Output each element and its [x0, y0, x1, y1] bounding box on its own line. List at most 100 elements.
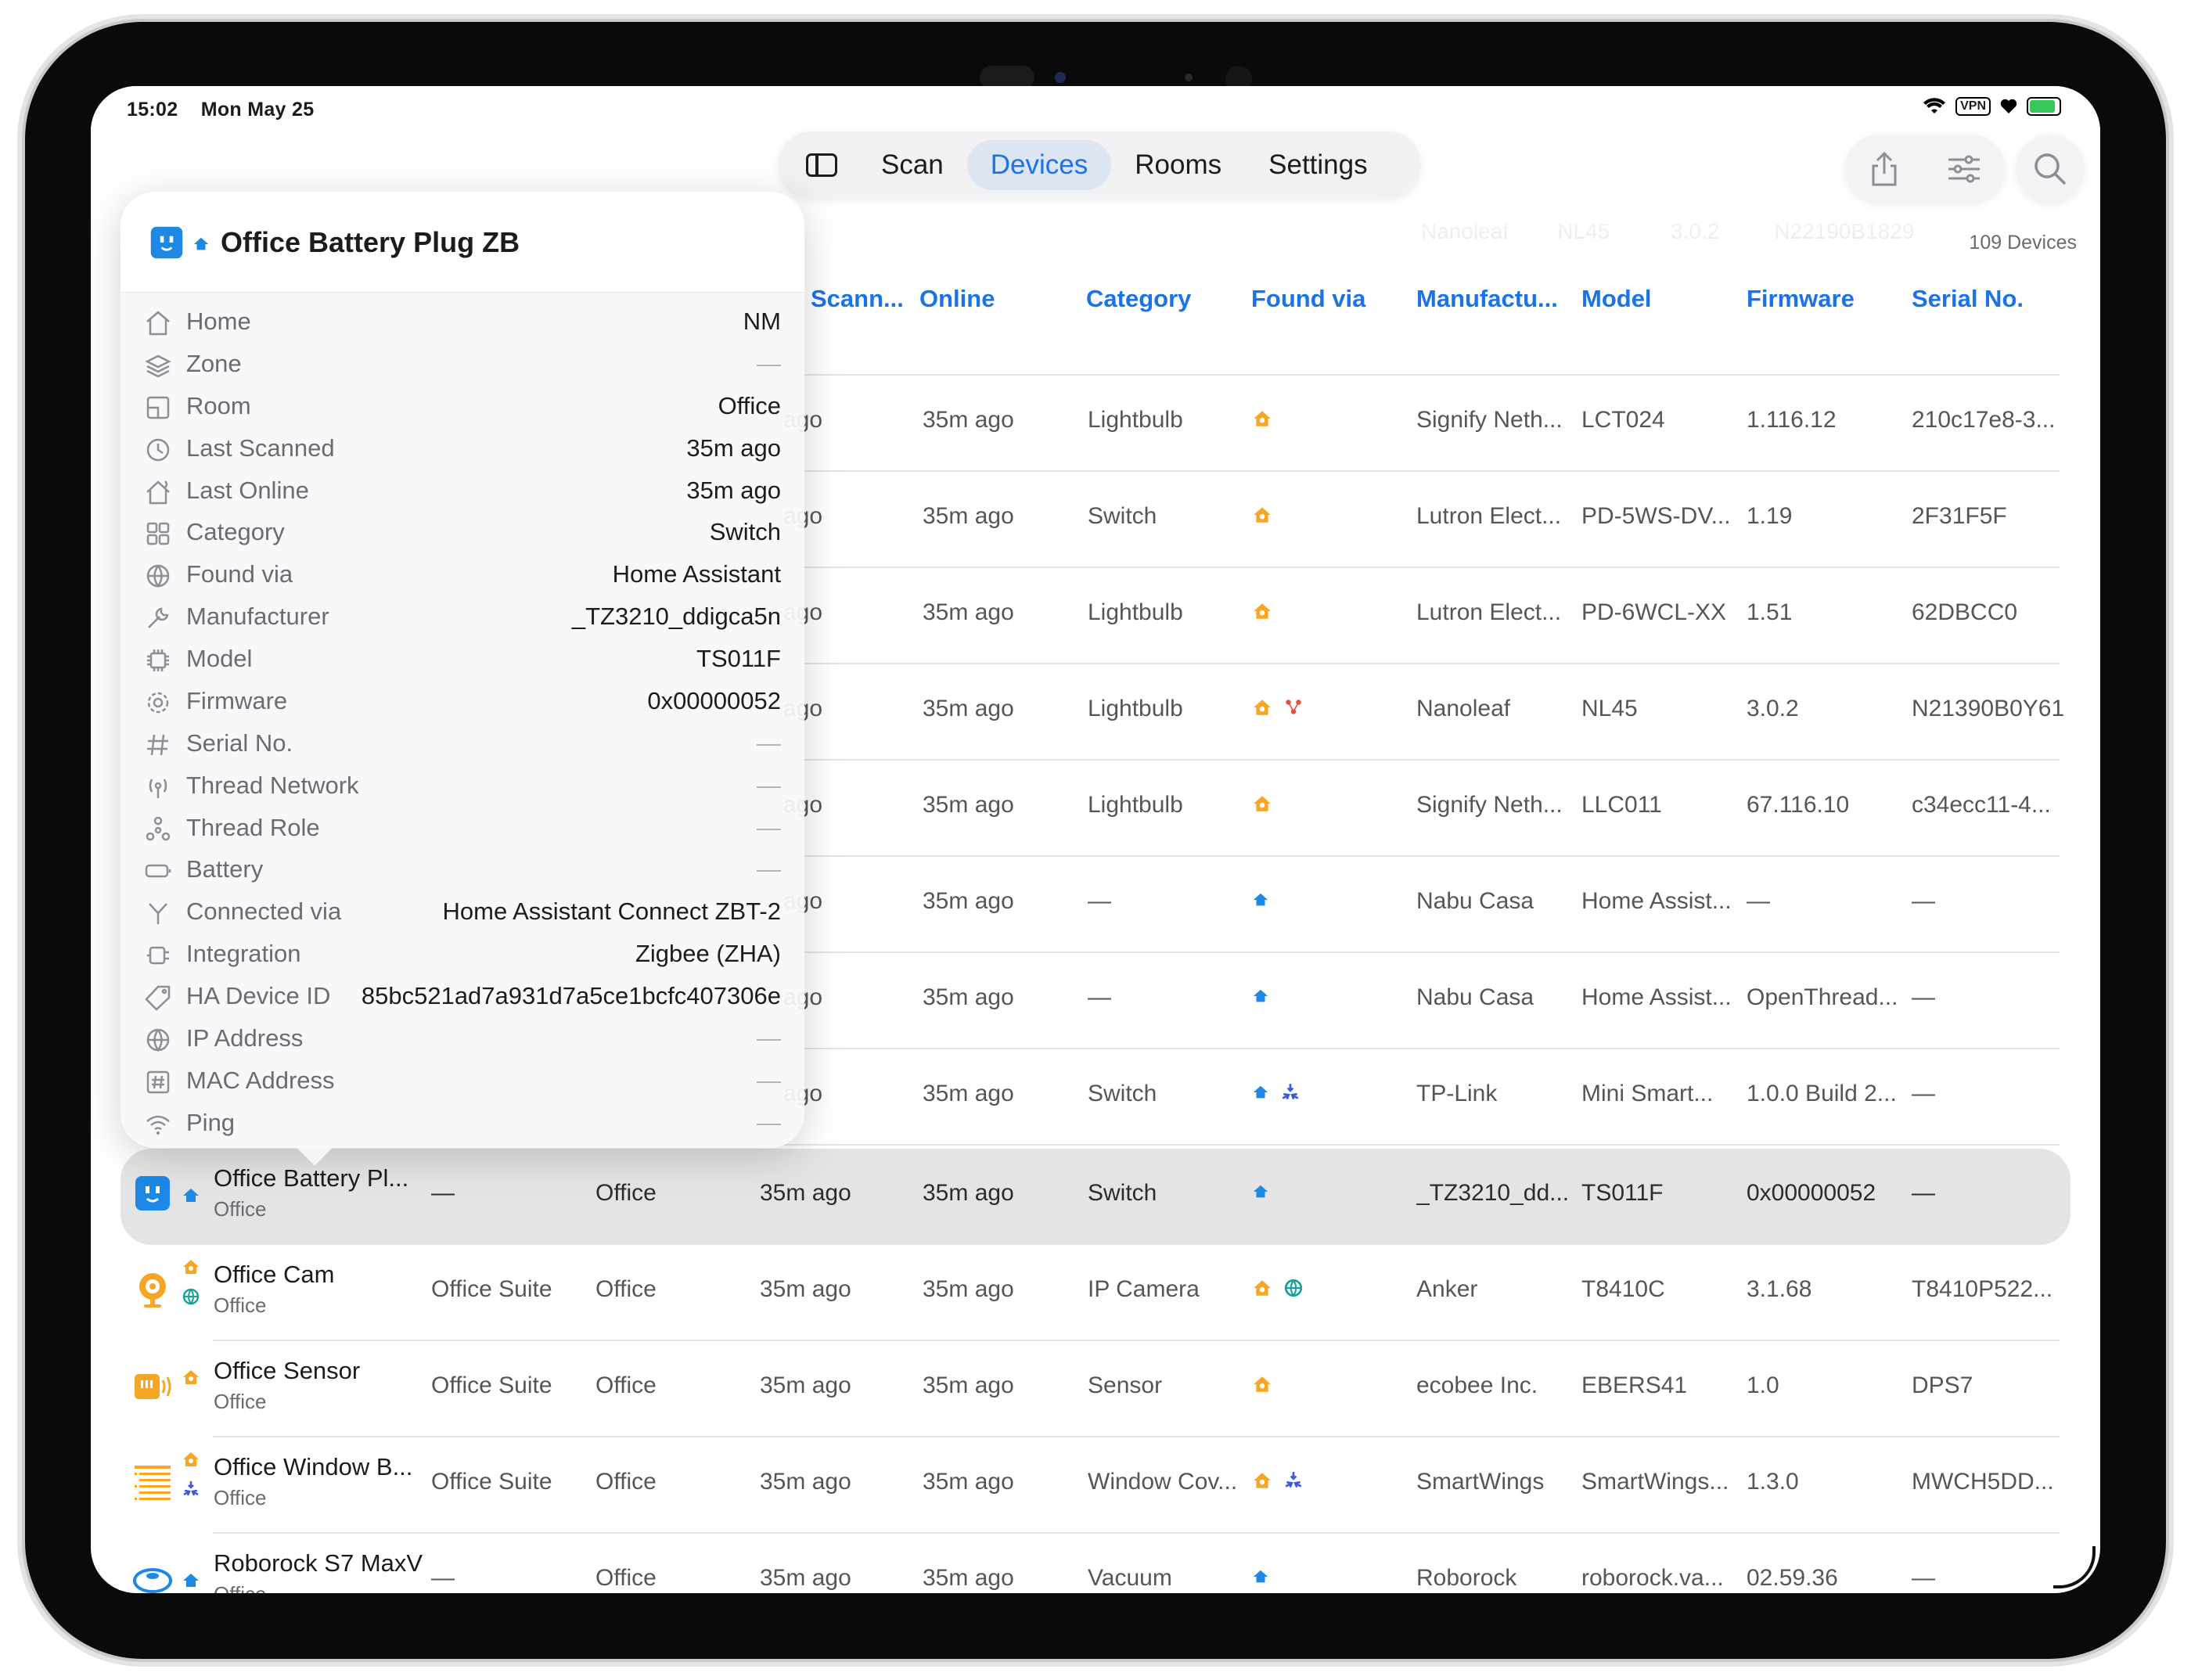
- cell-model: roborock.va...: [1581, 1565, 1724, 1591]
- zigbee-house-icon: [1253, 1570, 1268, 1583]
- camera-lens: [1055, 72, 1066, 83]
- detail-label: Category: [186, 518, 285, 546]
- cell-category: Window Cov...: [1088, 1469, 1238, 1495]
- cell-online: 35m ago: [923, 888, 1014, 914]
- table-row-selected[interactable]: Office Battery Pl... Office — Office 35m…: [91, 1149, 2100, 1245]
- cell-model: LLC011: [1581, 792, 1662, 818]
- detail-value: Zigbee (ZHA): [635, 940, 781, 968]
- tab-devices[interactable]: Devices: [966, 140, 1112, 190]
- cell-online: 35m ago: [923, 503, 1014, 529]
- share-icon[interactable]: [1869, 150, 1900, 188]
- cell-found-via: [1252, 407, 1272, 430]
- detail-value: —: [757, 771, 781, 799]
- cell-manufacturer: Lutron Elect...: [1416, 599, 1562, 625]
- detail-row-manufacturer: Manufacturer _TZ3210_ddigca5n: [121, 596, 804, 639]
- sidebar-toggle-icon[interactable]: [806, 153, 837, 177]
- filter-sliders-icon[interactable]: [1947, 155, 1981, 183]
- cell-model: Home Assist...: [1581, 888, 1732, 914]
- cell-model: PD-6WCL-XX: [1581, 599, 1727, 625]
- status-date: Mon May 25: [200, 99, 315, 121]
- cell-serial: 62DBCC0: [1912, 599, 2018, 625]
- nodes-icon: [146, 816, 171, 840]
- cell-firmware: 1.51: [1747, 599, 1793, 625]
- column-header-model[interactable]: Model: [1581, 285, 1652, 313]
- detail-value: Office: [718, 391, 781, 419]
- cell-room: Office: [595, 1469, 657, 1495]
- column-header-category[interactable]: Category: [1086, 285, 1191, 313]
- cell-model: TS011F: [1581, 1180, 1664, 1206]
- table-row[interactable]: Roborock S7 MaxV Office — Office 35m ago…: [91, 1534, 2100, 1593]
- zigbee-house-icon: [1253, 1085, 1268, 1099]
- hash-icon: [147, 734, 168, 755]
- detail-value: 35m ago: [686, 433, 781, 462]
- cell-online: 35m ago: [923, 792, 1014, 818]
- detail-row-last-scanned: Last Scanned 35m ago: [121, 428, 804, 470]
- device-name: Office Sensor: [214, 1357, 361, 1384]
- cell-category: —: [1088, 888, 1111, 914]
- cell-scanned: 35m ago: [760, 1180, 851, 1206]
- cell-found-via: [1252, 1180, 1269, 1203]
- cell-category: Sensor: [1088, 1372, 1163, 1398]
- cell-serial: c34ecc11-4...: [1912, 792, 2051, 818]
- gear-icon: [147, 692, 169, 714]
- home-assistant-icon: [1254, 796, 1271, 811]
- cell-serial: —: [1912, 984, 1935, 1010]
- smart-plug-icon: [135, 1176, 170, 1211]
- column-header-firmware[interactable]: Firmware: [1747, 285, 1855, 313]
- table-row[interactable]: Office Window B... Office Office Suite O…: [91, 1437, 2100, 1534]
- cell-online: 35m ago: [923, 984, 1014, 1010]
- detail-value: —: [757, 855, 781, 883]
- table-row[interactable]: Office Sensor Office Office Suite Office…: [91, 1341, 2100, 1437]
- home-assistant-icon: [1254, 1376, 1271, 1392]
- detail-row-model: Model TS011F: [121, 639, 804, 681]
- home-assistant-icon: [1254, 603, 1271, 619]
- cell-serial: N21390B0Y61: [1912, 696, 2065, 721]
- detail-row-home: Home NM: [121, 301, 804, 344]
- detail-value: Switch: [709, 518, 781, 546]
- hash-box-icon: [146, 1070, 170, 1094]
- cell-online: 35m ago: [923, 1469, 1014, 1495]
- cell-zone: —: [431, 1565, 455, 1591]
- cell-zone: Office Suite: [431, 1276, 552, 1302]
- tab-settings[interactable]: Settings: [1245, 140, 1391, 190]
- antenna-icon: [149, 779, 167, 798]
- cell-firmware: 0x00000052: [1747, 1180, 1876, 1206]
- tag-icon: [145, 985, 171, 1011]
- cell-room: Office: [595, 1180, 657, 1206]
- top-button: [172, 16, 250, 22]
- column-header-manufacturer[interactable]: Manufactu...: [1416, 285, 1558, 313]
- matter-icon: [1285, 1472, 1302, 1488]
- tab-scan[interactable]: Scan: [858, 140, 967, 190]
- cell-manufacturer: Nabu Casa: [1416, 888, 1534, 914]
- cell-online: 35m ago: [923, 1372, 1014, 1398]
- column-header-found-via[interactable]: Found via: [1251, 285, 1365, 313]
- globe-icon: [146, 565, 170, 588]
- popover-title: Office Battery Plug ZB: [221, 226, 520, 258]
- cell-category: Switch: [1088, 503, 1157, 529]
- home-assistant-icon: [1254, 700, 1271, 715]
- cell-found-via: [1252, 503, 1272, 527]
- detail-row-ip-address: IP Address —: [121, 1018, 804, 1060]
- cell-model: LCT024: [1581, 407, 1665, 433]
- cell-category: Lightbulb: [1088, 599, 1183, 625]
- detail-row-connected-via: Connected via Home Assistant Connect ZBT-…: [121, 891, 804, 934]
- table-row[interactable]: Office Cam Office Office Suite Office 35…: [91, 1245, 2100, 1341]
- column-header-serial[interactable]: Serial No.: [1912, 285, 2024, 313]
- device-name: Roborock S7 MaxV: [214, 1549, 423, 1577]
- cell-model: NL45: [1581, 696, 1638, 721]
- cell-category: Switch: [1088, 1180, 1157, 1206]
- column-header-scanned[interactable]: Scann...: [811, 285, 904, 313]
- detail-value: 35m ago: [686, 476, 781, 504]
- column-header-online[interactable]: Online: [919, 285, 995, 313]
- detail-label: Battery: [186, 855, 264, 883]
- wifi-icon: [146, 1115, 170, 1135]
- cell-room: Office: [595, 1276, 657, 1302]
- detail-label: Last Online: [186, 476, 309, 504]
- tab-rooms[interactable]: Rooms: [1111, 140, 1245, 190]
- cell-room: Office: [595, 1372, 657, 1398]
- cell-online: 35m ago: [923, 1276, 1014, 1302]
- search-button[interactable]: [2016, 135, 2085, 203]
- cell-manufacturer: Signify Neth...: [1416, 792, 1563, 818]
- cell-model: PD-5WS-DV...: [1581, 503, 1731, 529]
- cell-online: 35m ago: [923, 696, 1014, 721]
